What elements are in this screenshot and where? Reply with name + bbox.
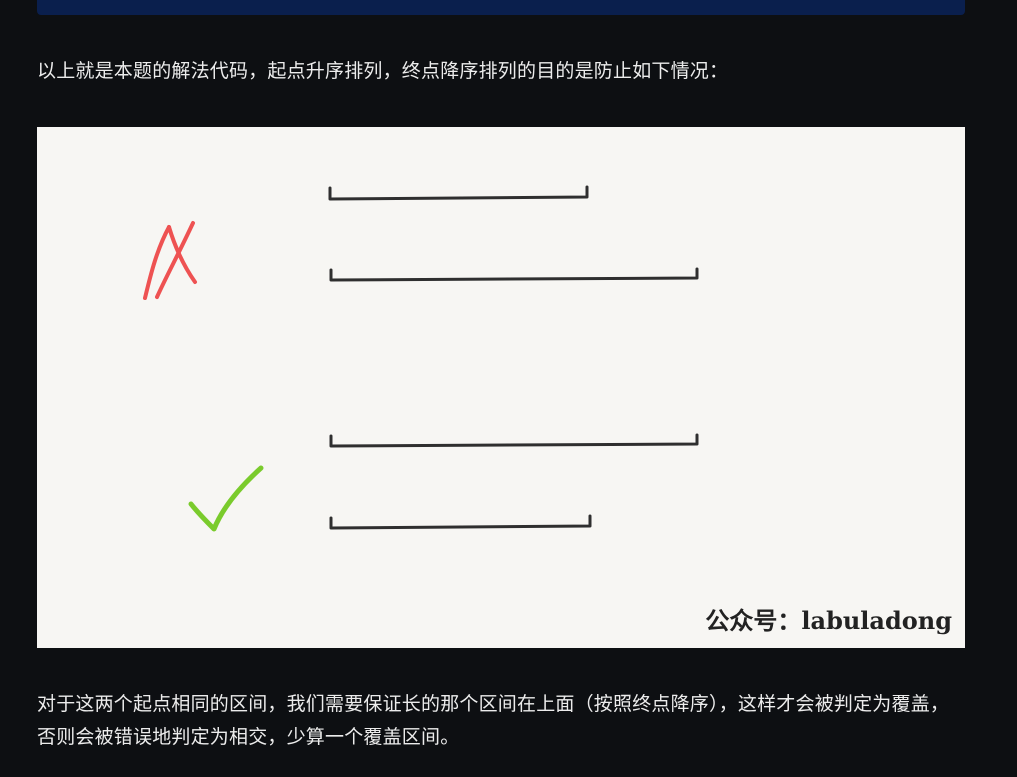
interval-sorting-figure: 公众号：labuladong [37,127,965,648]
figure-watermark: 公众号：labuladong [705,606,952,635]
figure-bg [37,127,965,648]
figure-canvas [37,127,965,648]
intro-paragraph: 以上就是本题的解法代码，起点升序排列，终点降序排列的目的是防止如下情况： [37,60,729,82]
explanation-paragraph: 对于这两个起点相同的区间，我们需要保证长的那个区间在上面（按照终点降序），这样才… [37,693,950,748]
top-header-bar [37,0,965,15]
